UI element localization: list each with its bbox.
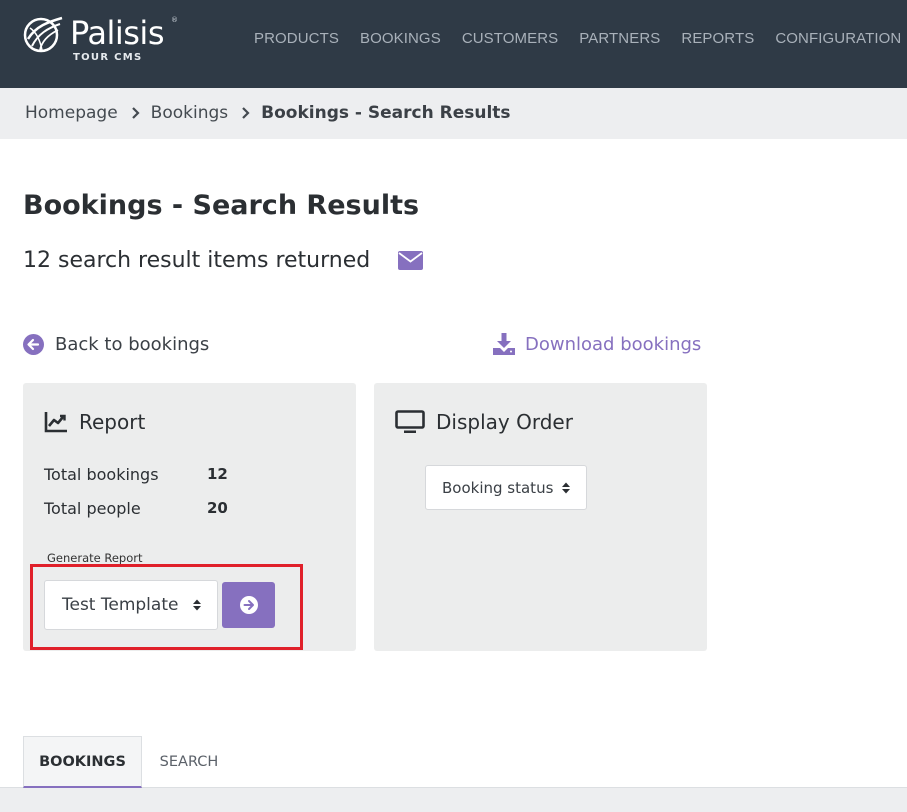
nav-item-partners[interactable]: PARTNERS xyxy=(579,30,660,50)
nav-item-configuration[interactable]: CONFIGURATION xyxy=(775,30,901,50)
breadcrumb-current: Bookings - Search Results xyxy=(261,103,511,123)
download-bookings-link[interactable]: Download bookings xyxy=(493,333,701,355)
breadcrumb-bar: Homepage Bookings Bookings - Search Resu… xyxy=(0,88,907,139)
display-order-value: Booking status xyxy=(442,478,554,497)
breadcrumb-homepage[interactable]: Homepage xyxy=(25,103,118,123)
download-bookings-label: Download bookings xyxy=(525,333,702,355)
display-order-title: Display Order xyxy=(436,410,573,434)
chevron-right-icon xyxy=(131,107,140,119)
total-bookings-value: 12 xyxy=(207,465,228,483)
page-title: Bookings - Search Results xyxy=(23,190,420,221)
sort-updown-icon xyxy=(562,482,570,493)
nav-item-customers[interactable]: CUSTOMERS xyxy=(462,30,558,50)
total-bookings-label: Total bookings xyxy=(44,465,159,484)
display-order-header: Display Order xyxy=(395,410,573,434)
top-navigation-bar: Palisis ® TOUR CMS PRODUCTS BOOKINGS CUS… xyxy=(0,0,907,88)
total-people-label: Total people xyxy=(44,499,141,518)
chevron-right-icon xyxy=(242,107,250,119)
result-summary-line: 12 search result items returned xyxy=(23,248,424,273)
tab-bookings[interactable]: BOOKINGS xyxy=(23,736,142,788)
brand-logo[interactable]: Palisis ® TOUR CMS xyxy=(22,12,182,68)
breadcrumb-bookings[interactable]: Bookings xyxy=(151,103,228,123)
back-to-bookings-label: Back to bookings xyxy=(55,334,210,355)
result-summary: 12 search result items returned xyxy=(23,248,371,273)
brand-subtitle: TOUR CMS xyxy=(73,52,143,63)
main-nav: PRODUCTS BOOKINGS CUSTOMERS PARTNERS REP… xyxy=(254,30,907,50)
report-panel-header: Report xyxy=(44,410,145,434)
nav-item-reports[interactable]: REPORTS xyxy=(681,30,754,50)
globe-logo-icon xyxy=(23,16,63,53)
total-people-value: 20 xyxy=(207,499,228,517)
arrow-circle-left-icon xyxy=(23,334,44,355)
envelope-icon[interactable] xyxy=(398,251,424,270)
brand-registered-mark: ® xyxy=(171,16,178,24)
tab-strip: BOOKINGS SEARCH xyxy=(0,736,907,812)
breadcrumb: Homepage Bookings Bookings - Search Resu… xyxy=(25,103,511,123)
tab-search[interactable]: SEARCH xyxy=(142,736,236,788)
display-order-panel: Display Order Booking status xyxy=(374,383,707,651)
total-people-row: Total people 20 xyxy=(44,499,228,518)
monitor-icon xyxy=(395,410,425,433)
total-bookings-row: Total bookings 12 xyxy=(44,465,228,484)
nav-item-products[interactable]: PRODUCTS xyxy=(254,30,339,50)
report-title: Report xyxy=(79,410,146,434)
generate-report-label: Generate Report xyxy=(47,551,143,565)
highlight-box xyxy=(30,564,303,650)
display-order-select[interactable]: Booking status xyxy=(425,465,587,510)
back-to-bookings-link[interactable]: Back to bookings xyxy=(23,334,209,355)
tab-rail xyxy=(0,787,907,812)
nav-item-bookings[interactable]: BOOKINGS xyxy=(360,30,441,50)
download-icon xyxy=(493,333,515,355)
brand-name: Palisis xyxy=(70,14,164,52)
line-chart-icon xyxy=(44,412,67,433)
